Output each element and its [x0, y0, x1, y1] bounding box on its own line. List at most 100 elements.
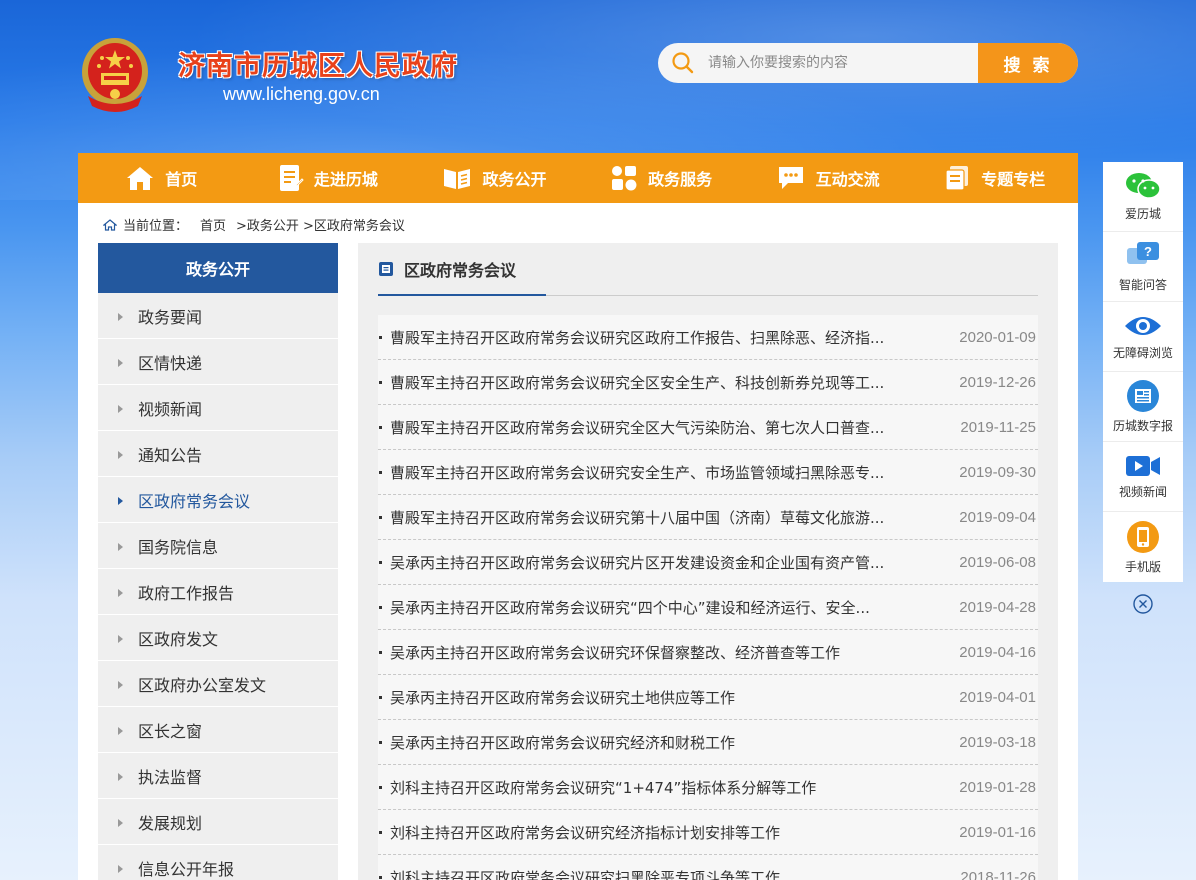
- list-item-title[interactable]: 吴承丙主持召开区政府常务会议研究环保督察整改、经济普查等工作: [378, 642, 918, 663]
- sidebar-item[interactable]: 发展规划: [98, 799, 338, 845]
- nav-item-about[interactable]: 走进历城: [245, 153, 412, 203]
- site-title: 济南市历城区人民政府: [178, 51, 458, 82]
- search-box: 搜 索: [658, 43, 1078, 83]
- list-item-date: 2019-04-16: [959, 643, 1036, 661]
- sidebar-item[interactable]: 通知公告: [98, 431, 338, 477]
- nav-label: 政务服务: [648, 170, 713, 189]
- sidebar-item[interactable]: 政府工作报告: [98, 569, 338, 615]
- nav-item-gov-service[interactable]: 政务服务: [578, 153, 745, 203]
- float-item-label: 无障碍浏览: [1112, 346, 1173, 360]
- breadcrumb-prefix: 当前位置：: [123, 219, 189, 234]
- newspaper-icon: [1127, 380, 1159, 412]
- list-item-date: 2018-11-26: [960, 868, 1036, 880]
- national-emblem-logo: [82, 38, 148, 112]
- sidebar-item[interactable]: 信息公开年报: [98, 845, 338, 880]
- list-item-title[interactable]: 曹殿军主持召开区政府常务会议研究第十八届中国（济南）草莓文化旅游...: [378, 507, 918, 528]
- list-item-date: 2019-12-26: [959, 373, 1036, 391]
- list-item-title[interactable]: 曹殿军主持召开区政府常务会议研究安全生产、市场监管领域扫黑除恶专...: [378, 462, 918, 483]
- list-item[interactable]: 刘科主持召开区政府常务会议研究经济指标计划安排等工作 2019-01-16: [378, 810, 1038, 855]
- list-item[interactable]: 吴承丙主持召开区政府常务会议研究环保督察整改、经济普查等工作 2019-04-16: [378, 630, 1038, 675]
- list-item[interactable]: 刘科主持召开区政府常务会议研究扫黑除恶专项斗争等工作 2018-11-26: [378, 855, 1038, 880]
- list-item[interactable]: 吴承丙主持召开区政府常务会议研究经济和财税工作 2019-03-18: [378, 720, 1038, 765]
- list-item[interactable]: 刘科主持召开区政府常务会议研究“1+474”指标体系分解等工作 2019-01-2…: [378, 765, 1038, 810]
- float-item-newspaper[interactable]: 历城数字报: [1103, 372, 1183, 442]
- breadcrumb: 当前位置： 首页 >政务公开 >区政府常务会议: [103, 215, 409, 234]
- list-item-date: 2019-03-18: [959, 733, 1036, 751]
- list-item-date: 2019-09-04: [959, 508, 1036, 526]
- topic-pages-icon: [945, 166, 969, 191]
- sidebar-item[interactable]: 国务院信息: [98, 523, 338, 569]
- breadcrumb-link-gov-open[interactable]: >政务公开: [236, 215, 299, 234]
- list-item-date: 2019-11-25: [960, 418, 1036, 436]
- list-item-title[interactable]: 吴承丙主持召开区政府常务会议研究土地供应等工作: [378, 687, 918, 708]
- close-icon[interactable]: [1132, 593, 1154, 615]
- list-item-title[interactable]: 吴承丙主持召开区政府常务会议研究经济和财税工作: [378, 732, 918, 753]
- video-camera-icon: [1126, 456, 1160, 476]
- sidebar-title: 政务公开: [98, 243, 338, 293]
- nav-label: 政务公开: [482, 170, 547, 189]
- float-item-label: 视频新闻: [1118, 485, 1167, 499]
- list-item[interactable]: 曹殿军主持召开区政府常务会议研究区政府工作报告、扫黑除恶、经济指... 2020-…: [378, 315, 1038, 360]
- mobile-phone-icon: [1127, 520, 1159, 553]
- sidebar-item[interactable]: 视频新闻: [98, 385, 338, 431]
- nav-label: 专题专栏: [981, 170, 1046, 189]
- eye-icon: [1125, 317, 1161, 335]
- list-item-date: 2019-01-16: [959, 823, 1036, 841]
- content-area: 区政府常务会议 曹殿军主持召开区政府常务会议研究区政府工作报告、扫黑除恶、经济指…: [358, 243, 1058, 880]
- nav-label: 互动交流: [815, 170, 880, 189]
- document-pen-icon: [279, 165, 304, 191]
- service-grid-icon: [612, 166, 637, 191]
- list-item-date: 2020-01-09: [959, 328, 1036, 346]
- list-item[interactable]: 吴承丙主持召开区政府常务会议研究片区开发建设资金和企业国有资产管... 2019-…: [378, 540, 1038, 585]
- list-item-title[interactable]: 刘科主持召开区政府常务会议研究扫黑除恶专项斗争等工作: [378, 867, 918, 880]
- main-panel: 首页 走进历城 政务公开 政务服务 互动交流 专题专栏 当前位置： 首页 >政务…: [78, 153, 1078, 880]
- list-item[interactable]: 曹殿军主持召开区政府常务会议研究安全生产、市场监管领域扫黑除恶专... 2019-…: [378, 450, 1038, 495]
- float-item-qa[interactable]: ? 智能问答: [1103, 232, 1183, 302]
- list-item[interactable]: 吴承丙主持召开区政府常务会议研究“四个中心”建设和经济运行、安全... 2019-…: [378, 585, 1038, 630]
- nav-item-topics[interactable]: 专题专栏: [911, 153, 1078, 203]
- nav-item-interaction[interactable]: 互动交流: [744, 153, 911, 203]
- sidebar-item[interactable]: 区政府发文: [98, 615, 338, 661]
- breadcrumb-current[interactable]: >区政府常务会议: [303, 215, 405, 234]
- nav-item-home[interactable]: 首页: [78, 153, 245, 203]
- sidebar-item[interactable]: 政务要闻: [98, 293, 338, 339]
- list-item-date: 2019-04-28: [959, 598, 1036, 616]
- list-item-title[interactable]: 曹殿军主持召开区政府常务会议研究全区安全生产、科技创新券兑现等工...: [378, 372, 918, 393]
- list-item-date: 2019-06-08: [959, 553, 1036, 571]
- sidebar-item[interactable]: 区长之窗: [98, 707, 338, 753]
- float-item-mobile[interactable]: 手机版: [1103, 512, 1183, 582]
- breadcrumb-link-home[interactable]: 首页: [200, 215, 226, 234]
- list-item-date: 2019-04-01: [959, 688, 1036, 706]
- list-item[interactable]: 曹殿军主持召开区政府常务会议研究第十八届中国（济南）草莓文化旅游... 2019-…: [378, 495, 1038, 540]
- list-item[interactable]: 曹殿军主持召开区政府常务会议研究全区大气污染防治、第七次人口普查... 2019-…: [378, 405, 1038, 450]
- site-url: www.licheng.gov.cn: [223, 84, 380, 104]
- list-item-title[interactable]: 曹殿军主持召开区政府常务会议研究区政府工作报告、扫黑除恶、经济指...: [378, 327, 918, 348]
- wechat-icon: [1126, 173, 1161, 199]
- float-item-wechat[interactable]: 爱历城: [1103, 162, 1183, 232]
- list-item-title[interactable]: 刘科主持召开区政府常务会议研究“1+474”指标体系分解等工作: [378, 777, 918, 798]
- float-item-label: 手机版: [1124, 559, 1161, 574]
- sidebar-item[interactable]: 区政府办公室发文: [98, 661, 338, 707]
- sidebar-item-active[interactable]: 区政府常务会议: [98, 477, 338, 523]
- list-item[interactable]: 吴承丙主持召开区政府常务会议研究土地供应等工作 2019-04-01: [378, 675, 1038, 720]
- float-item-accessibility[interactable]: 无障碍浏览: [1103, 302, 1183, 372]
- list-item-title[interactable]: 吴承丙主持召开区政府常务会议研究片区开发建设资金和企业国有资产管...: [378, 552, 918, 573]
- search-button[interactable]: 搜 索: [978, 43, 1078, 83]
- sidebar-item[interactable]: 执法监督: [98, 753, 338, 799]
- nav-item-gov-open[interactable]: 政务公开: [411, 153, 578, 203]
- list-item-title[interactable]: 曹殿军主持召开区政府常务会议研究全区大气污染防治、第七次人口普查...: [378, 417, 918, 438]
- float-item-label: 智能问答: [1118, 278, 1167, 292]
- content-header: 区政府常务会议: [378, 243, 1038, 296]
- sidebar: 政务公开 政务要闻 区情快递 视频新闻 通知公告 区政府常务会议 国务院信息 政…: [98, 243, 338, 880]
- sidebar-item[interactable]: 区情快递: [98, 339, 338, 385]
- main-nav: 首页 走进历城 政务公开 政务服务 互动交流 专题专栏: [78, 153, 1078, 203]
- content-title: 区政府常务会议: [378, 243, 546, 296]
- list-item-title[interactable]: 吴承丙主持召开区政府常务会议研究“四个中心”建设和经济运行、安全...: [378, 597, 918, 618]
- list-item[interactable]: 曹殿军主持召开区政府常务会议研究全区安全生产、科技创新券兑现等工... 2019-…: [378, 360, 1038, 405]
- search-input[interactable]: [708, 43, 978, 83]
- float-item-label: 爱历城: [1124, 207, 1161, 221]
- float-item-video[interactable]: 视频新闻: [1103, 442, 1183, 512]
- floating-toolbar: 爱历城 ? 智能问答 无障碍浏览 历城数字报 视频新闻 手机版: [1103, 162, 1183, 582]
- list-item-title[interactable]: 刘科主持召开区政府常务会议研究经济指标计划安排等工作: [378, 822, 918, 843]
- list-item-date: 2019-09-30: [959, 463, 1036, 481]
